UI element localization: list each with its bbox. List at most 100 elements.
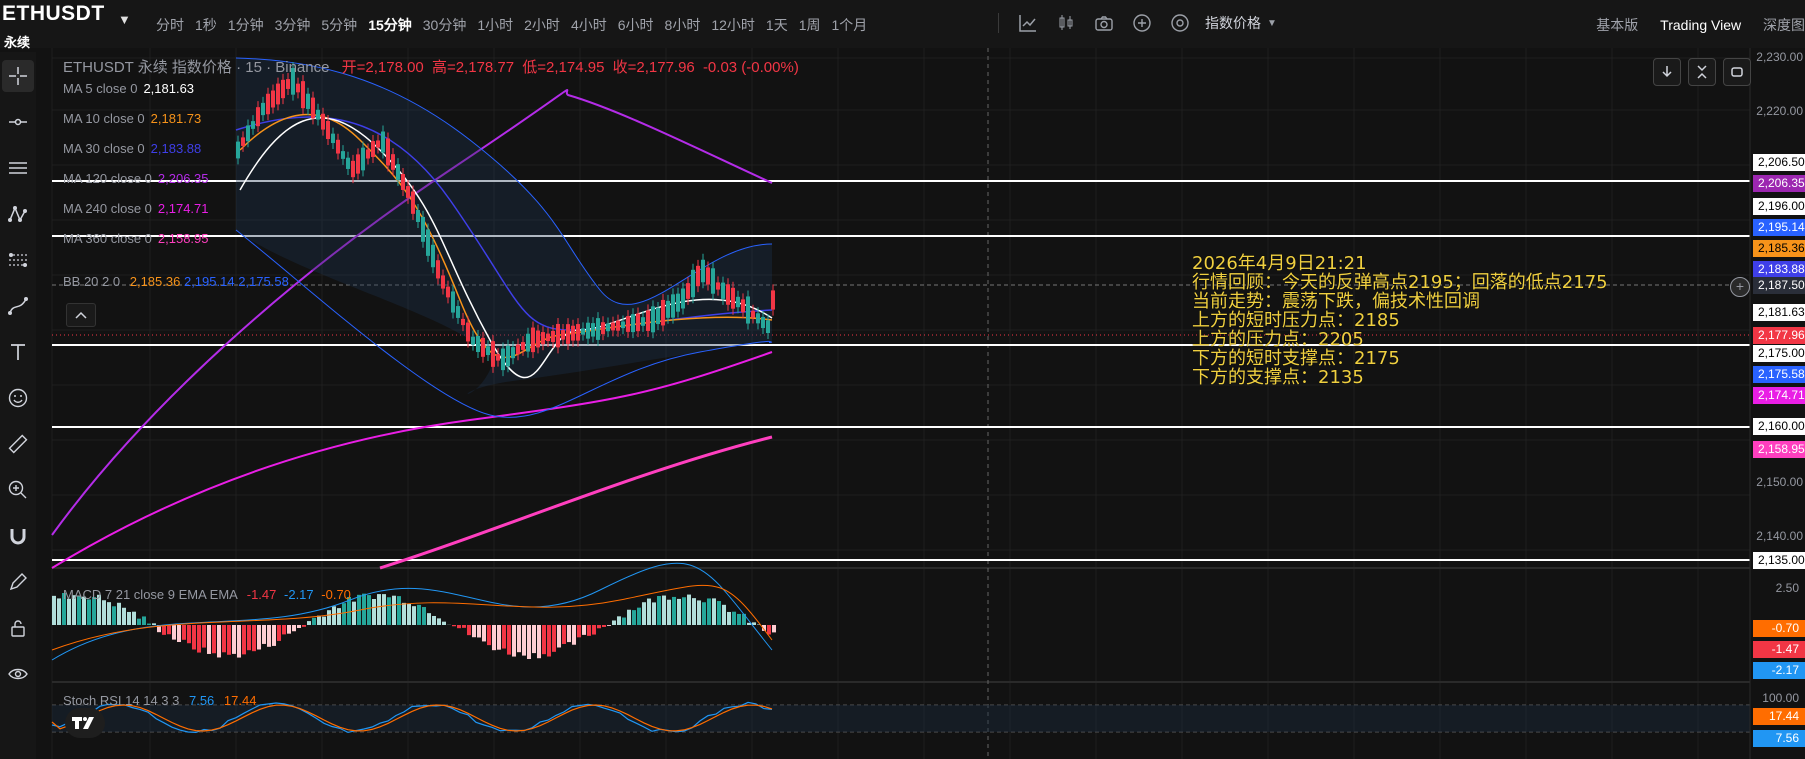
macd-bar [372, 599, 376, 625]
candle-body [676, 293, 680, 312]
tradingview-logo[interactable] [65, 708, 105, 738]
macd-bar [57, 598, 61, 625]
ma-legend-row[interactable]: MA 5 close 0 2,181.63 [63, 81, 194, 96]
analysis-annotation[interactable]: 2026年4月9日21:21 行情回顾：今天的反弹高点2195；回落的低点2175… [1192, 254, 1608, 387]
candle-body [311, 97, 315, 119]
macd-bar [622, 617, 626, 625]
macd-bar [182, 625, 186, 640]
macd-bar [687, 594, 691, 625]
macd-bar [497, 625, 501, 650]
candle-body [391, 154, 395, 170]
candle-body [561, 330, 565, 340]
collapse-icon[interactable] [1688, 58, 1716, 86]
macd-bar [397, 596, 401, 625]
macd-bar [242, 625, 246, 655]
macd-bar [312, 617, 316, 625]
macd-bar [437, 618, 441, 625]
candle-body [661, 299, 665, 326]
candle-body [476, 335, 480, 353]
macd-bar [662, 595, 666, 625]
candle-body [466, 322, 470, 342]
macd-bar [567, 625, 571, 643]
macd-bar [432, 615, 436, 625]
macd-bar [287, 625, 291, 634]
indicator-scale-tag: 2.50 [1775, 581, 1799, 595]
macd-bar [382, 594, 386, 625]
macd-bar [187, 625, 191, 644]
macd-bar [712, 598, 716, 625]
indicator-scale-tag: 17.44 [1753, 708, 1805, 725]
macd-bar [532, 625, 536, 654]
macd-bar [227, 625, 231, 655]
collapse-legend-button[interactable] [66, 303, 96, 327]
macd-hist-value: -1.47 [246, 587, 277, 602]
ma-legend-row[interactable]: MA 240 close 0 2,174.71 [63, 201, 209, 216]
ma-value: 2,181.63 [143, 81, 195, 96]
indicator-scale-tag: -2.17 [1753, 662, 1805, 679]
ma-legend-row[interactable]: MA 360 close 0 2,158.95 [63, 231, 209, 246]
annotation-line: 下方的短时支撑点：2175 [1192, 348, 1400, 369]
macd-bar [267, 625, 271, 647]
candle-body [646, 310, 650, 331]
macd-bar [642, 602, 646, 625]
candle-body [671, 294, 675, 318]
macd-bar [697, 600, 701, 625]
macd-bar [702, 602, 706, 625]
download-icon[interactable] [1653, 58, 1681, 86]
ma-label: MA 5 close 0 [63, 81, 138, 96]
chart-action-buttons [1646, 58, 1751, 86]
macd-bar [597, 625, 601, 629]
price-tag: 2,206.35 [1753, 175, 1805, 192]
price-tag: 2,206.50 [1753, 154, 1805, 171]
macd-bar [292, 625, 296, 632]
add-alert-icon[interactable]: + [1730, 277, 1750, 297]
candle-body [531, 327, 535, 353]
candle-body [736, 296, 740, 308]
macd-bar [162, 625, 166, 635]
legend-low-label: 低= [522, 59, 547, 76]
candle-body [651, 306, 655, 333]
macd-bar [507, 625, 511, 655]
annotation-line: 上方的压力点：2205 [1192, 329, 1364, 350]
candle-body [361, 147, 365, 171]
macd-bar [232, 625, 236, 654]
macd-bar [107, 602, 111, 625]
macd-bar [492, 625, 496, 651]
candle-body [251, 121, 255, 129]
candle-body [351, 160, 355, 178]
macd-label: MACD 7 21 close 9 EMA EMA [63, 587, 238, 602]
ma-legend-row[interactable]: MA 10 close 0 2,181.73 [63, 111, 201, 126]
candle-body [761, 316, 765, 329]
price-tag: 2,174.71 [1753, 387, 1805, 404]
macd-bar [657, 596, 661, 625]
macd-bar [407, 603, 411, 625]
macd-bar [672, 596, 676, 625]
annotation-line: 2026年4月9日21:21 [1192, 253, 1367, 274]
candle-body [506, 345, 510, 367]
macd-bar [202, 625, 206, 648]
macd-bar [667, 599, 671, 625]
macd-bar [167, 625, 171, 635]
candle-body [401, 174, 405, 190]
fullscreen-icon[interactable] [1723, 58, 1751, 86]
legend-close-label: 收= [612, 59, 637, 76]
candle-body [471, 336, 475, 345]
candle-body [606, 323, 610, 332]
indicator-scale-tag: -1.47 [1753, 641, 1805, 658]
ma-legend-row[interactable]: MA 120 close 0 2,206.35 [63, 171, 209, 186]
candle-body [301, 81, 305, 109]
macd-bar [207, 625, 211, 654]
candle-body [236, 141, 240, 159]
macd-bar [367, 595, 371, 625]
macd-bar [197, 625, 201, 653]
ma-legend-row[interactable]: MA 30 close 0 2,183.88 [63, 141, 201, 156]
price-scale-tick: 2,150.00 [1756, 475, 1803, 489]
macd-bar [102, 600, 106, 625]
candle-body [461, 318, 465, 326]
macd-bar [727, 611, 731, 625]
stoch-label: Stoch RSI 14 14 3 3 [63, 693, 180, 708]
legend-change: -0.03 (-0.00%) [702, 59, 799, 76]
macd-bar [417, 604, 421, 625]
macd-bar [717, 601, 721, 625]
macd-bar [217, 625, 221, 658]
